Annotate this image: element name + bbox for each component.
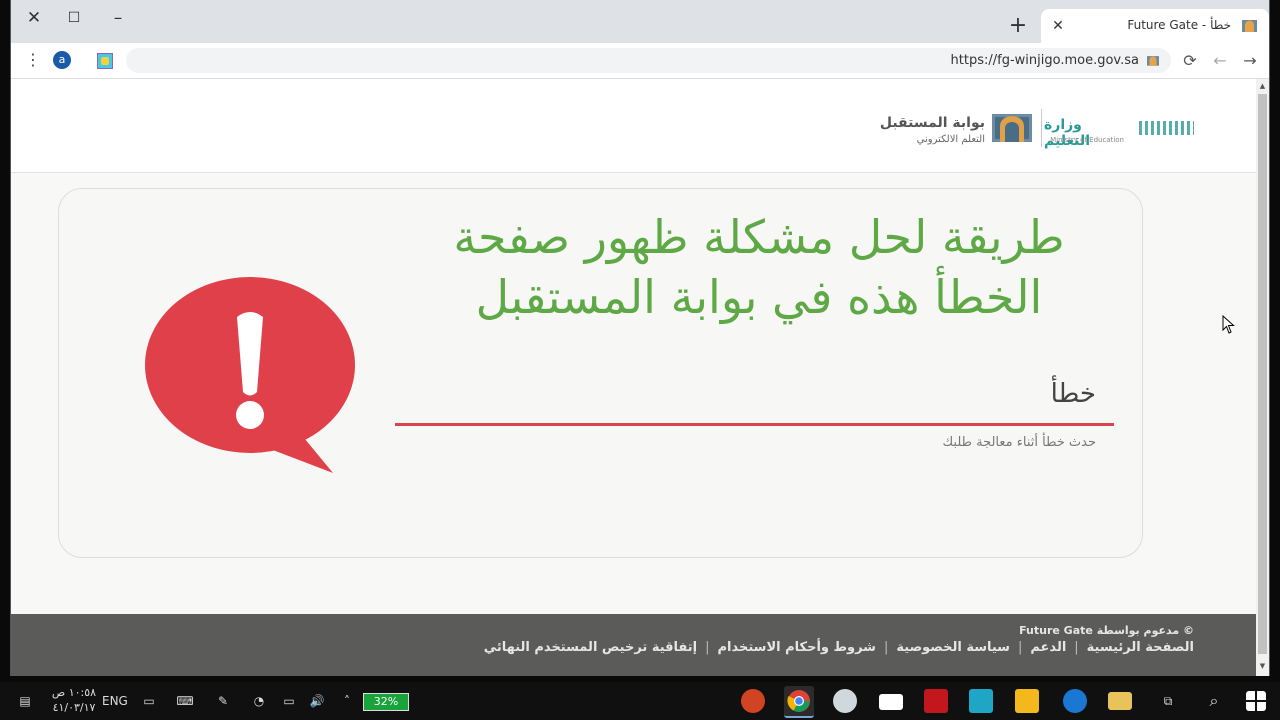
future-gate-logo-icon[interactable]	[992, 112, 1032, 142]
page-content: وزارة التعليم Ministry of Education بواب…	[11, 79, 1256, 676]
footer-separator: |	[705, 640, 710, 655]
footer-link-support[interactable]: الدعم	[1030, 640, 1066, 655]
maximize-button[interactable]: ☐	[59, 6, 89, 30]
volume-icon[interactable]: 🔊	[306, 688, 328, 714]
language-indicator[interactable]: ENG	[102, 688, 128, 714]
logo-divider	[1041, 109, 1042, 147]
menu-dots-icon[interactable]: ⋮	[25, 51, 41, 69]
url-text: https://fg-winjigo.moe.gov.sa	[950, 53, 1139, 68]
scroll-up-icon[interactable]: ▲	[1258, 82, 1267, 91]
wifi-icon[interactable]: ◔	[248, 688, 270, 714]
error-title: خطأ	[1050, 379, 1096, 409]
footer-link-terms[interactable]: شروط وأحكام الاستخدام	[718, 640, 876, 655]
browser-window: ✕ ☐ – + ✕ Future Gate - خطأ ⋮ a https://…	[10, 0, 1270, 676]
clock-time: ١٠:٥٨ ص	[51, 686, 97, 699]
ministry-logo[interactable]: وزارة التعليم Ministry of Education	[1044, 109, 1194, 149]
footer-separator: |	[883, 640, 889, 655]
search-icon[interactable]: ⌕	[1202, 688, 1226, 714]
file-explorer-icon[interactable]	[1108, 692, 1132, 710]
task-view-icon[interactable]: ⧉	[1156, 688, 1180, 714]
browser-toolbar: ⋮ a https://fg-winjigo.moe.gov.sa ⟳ ← →	[11, 43, 1269, 79]
scroll-down-icon[interactable]: ▼	[1258, 662, 1267, 671]
extension-a-icon[interactable]: a	[53, 51, 71, 69]
new-tab-button[interactable]: +	[1006, 14, 1030, 38]
keyboard-icon[interactable]: ⌨	[172, 688, 198, 714]
footer-credit: © مدعوم بواسطة Future Gate	[1019, 624, 1194, 637]
address-bar[interactable]: https://fg-winjigo.moe.gov.sa	[126, 48, 1171, 73]
footer-links: الصفحة الرئيسية | الدعم | سياسة الخصوصية | شرو…	[484, 640, 1194, 655]
footer-link-eula[interactable]: إتفاقية ترخيص المستخدم النهائي	[484, 640, 697, 655]
ministry-name-ar: وزارة التعليم	[1044, 117, 1091, 149]
battery-status-icon[interactable]: ▭	[278, 688, 300, 714]
close-window-button[interactable]: ✕	[19, 6, 49, 30]
footer-separator: |	[1074, 640, 1079, 655]
system-clock[interactable]: ١٠:٥٨ ص ٤١/٠٣/١٧	[48, 685, 100, 715]
chevron-up-icon[interactable]: ˄	[336, 688, 358, 714]
pen-icon[interactable]: ✎	[212, 688, 234, 714]
reload-icon[interactable]: ⟳	[1179, 50, 1201, 72]
windows-taskbar: ▤ ١٠:٥٨ ص ٤١/٠٣/١٧ ENG ▭ ⌨ ✎ ◔ ▭ 🔊 ˄ 32%…	[0, 682, 1280, 720]
overlay-line-2: الخطأ هذه في بوابة المستقبل	[475, 270, 1043, 324]
extension-icon[interactable]	[97, 53, 113, 69]
footer-separator: |	[1017, 640, 1023, 655]
desktop-icon[interactable]: ▭	[138, 688, 160, 714]
error-card: طريقة لحل مشكلة ظهور صفحة الخطأ هذه في ب…	[58, 188, 1143, 558]
red-app-icon[interactable]	[924, 689, 948, 713]
clock-date: ٤١/٠٣/١٧	[52, 701, 96, 714]
scrollbar-thumb[interactable]	[1258, 94, 1267, 654]
tab-active[interactable]: ✕ Future Gate - خطأ	[1041, 9, 1269, 43]
error-message: حدث خطأ أثناء معالجة طلبك	[942, 435, 1096, 450]
error-divider	[395, 423, 1114, 426]
gate-favicon-icon	[1242, 20, 1257, 32]
tab-bar: ✕ ☐ – + ✕ Future Gate - خطأ	[11, 0, 1269, 43]
site-header: وزارة التعليم Ministry of Education بواب…	[11, 79, 1256, 173]
overlay-line-1: طريقة لحل مشكلة ظهور صفحة	[453, 210, 1065, 264]
forward-arrow-icon[interactable]: →	[1239, 50, 1261, 72]
overlay-caption: طريقة لحل مشكلة ظهور صفحة الخطأ هذه في ب…	[399, 207, 1119, 327]
mail-icon[interactable]	[879, 694, 903, 710]
back-arrow-icon[interactable]: ←	[1209, 50, 1231, 72]
edge-icon[interactable]	[1063, 689, 1087, 713]
battery-meter[interactable]: 32%	[363, 693, 409, 711]
alert-exclamation-icon	[145, 277, 355, 473]
chrome-taskbar-button[interactable]	[784, 686, 814, 718]
lync-icon[interactable]	[969, 689, 993, 713]
powerpoint-icon[interactable]	[741, 689, 765, 713]
ministry-name-en: Ministry of Education	[1050, 136, 1124, 144]
mouse-cursor-icon	[1222, 315, 1235, 334]
gate-title: بوابة المستقبل	[879, 115, 985, 131]
store-icon[interactable]	[1015, 689, 1039, 713]
site-info-icon[interactable]	[1147, 55, 1159, 66]
minimize-button[interactable]: –	[103, 6, 133, 30]
windows-start-icon[interactable]	[1246, 691, 1266, 711]
ministry-pattern-icon	[1139, 121, 1194, 135]
tab-title: Future Gate - خطأ	[1127, 18, 1231, 32]
notification-icon[interactable]: ▤	[14, 688, 36, 714]
vertical-scrollbar[interactable]: ▲ ▼	[1256, 79, 1269, 676]
chrome-icon	[787, 690, 810, 712]
app-icon[interactable]	[833, 689, 857, 713]
gate-subtitle: التعلم الالكتروني	[916, 134, 985, 145]
site-footer: © مدعوم بواسطة Future Gate الصفحة الرئيس…	[11, 614, 1256, 676]
footer-link-home[interactable]: الصفحة الرئيسية	[1087, 640, 1194, 655]
footer-link-privacy[interactable]: سياسة الخصوصية	[896, 640, 1010, 655]
tab-close-icon[interactable]: ✕	[1047, 15, 1069, 37]
